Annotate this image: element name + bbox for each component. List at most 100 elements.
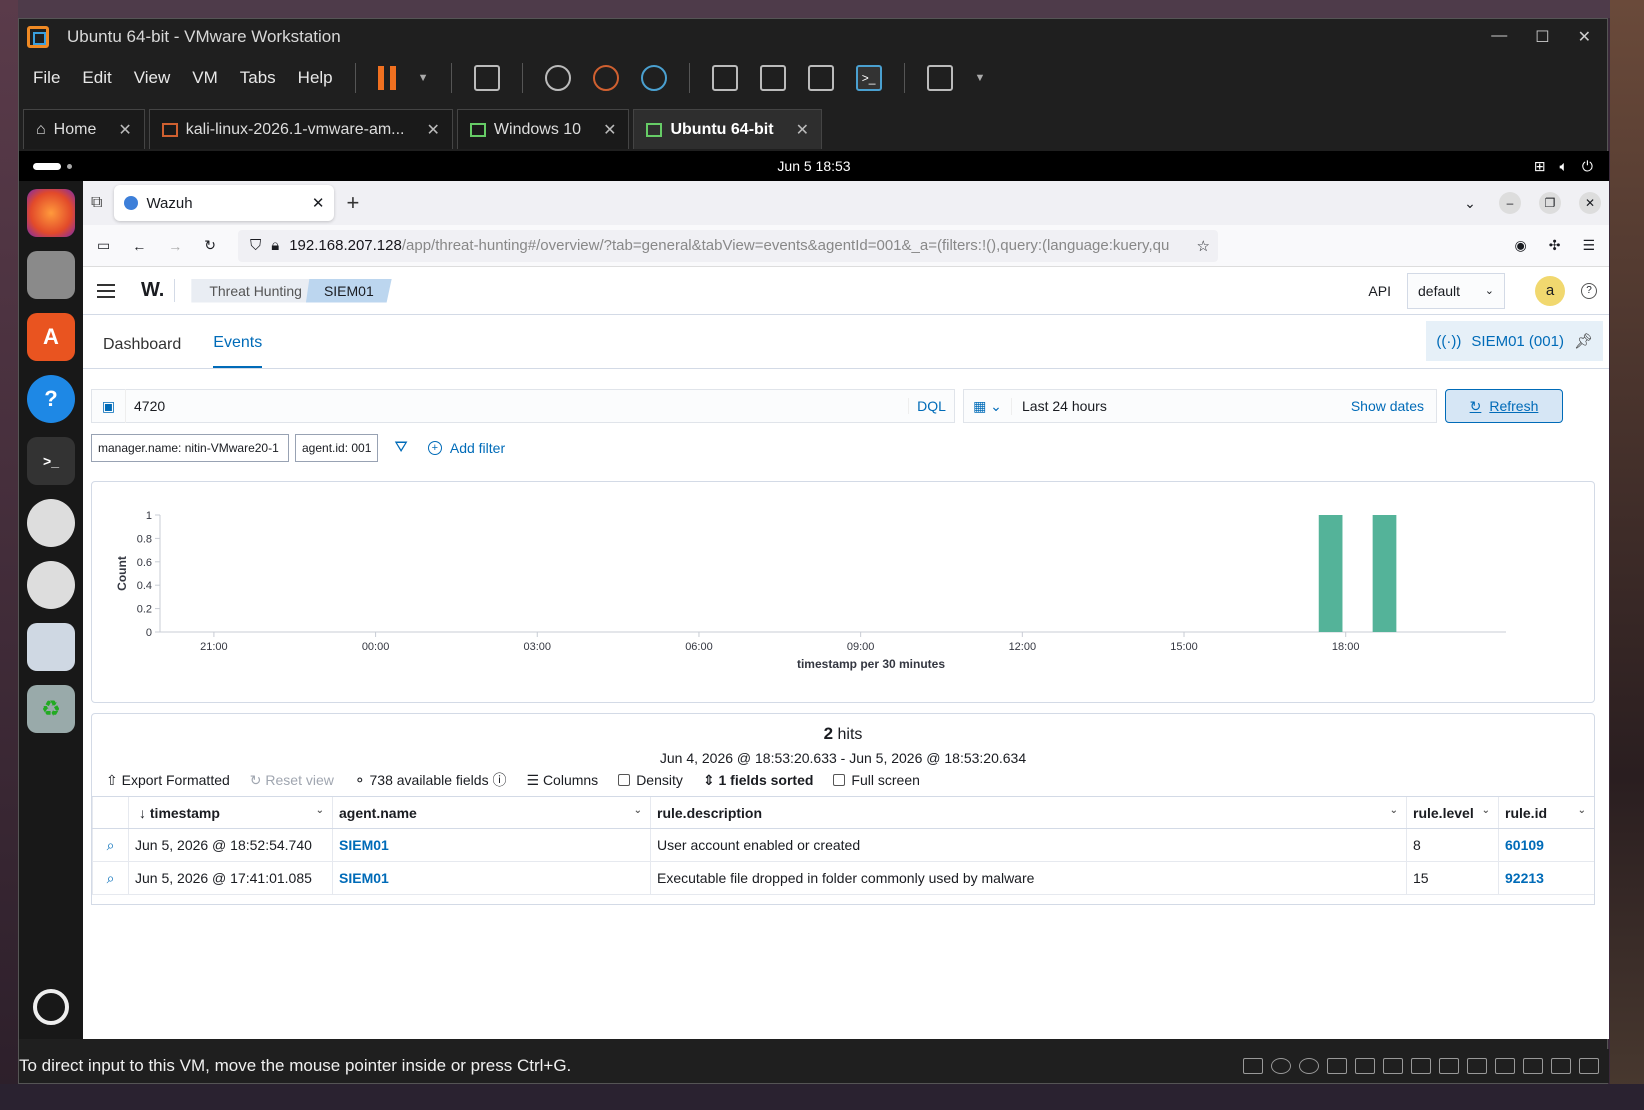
help-icon[interactable]: ?	[27, 375, 75, 423]
network-adapter-icon[interactable]	[1355, 1058, 1375, 1074]
user-avatar[interactable]: a	[1535, 275, 1565, 306]
camera-icon[interactable]	[1523, 1058, 1543, 1074]
tab-dashboard[interactable]: Dashboard	[103, 336, 181, 368]
close-icon[interactable]: ✕	[312, 194, 325, 212]
query-language-button[interactable]: DQL	[908, 398, 954, 414]
close-icon[interactable]: ✕	[796, 120, 809, 140]
snapshot-icon[interactable]	[544, 65, 571, 91]
text-editor-icon[interactable]	[27, 623, 75, 671]
sort-fields-button[interactable]: ⇕ 1 fields sorted	[703, 772, 814, 789]
add-filter-button[interactable]: + Add filter	[427, 440, 505, 456]
forward-icon[interactable]: →	[168, 238, 182, 254]
lock-icon[interactable]: 🔒︎	[271, 237, 279, 254]
api-select[interactable]: default ⌄	[1407, 272, 1505, 309]
stretch-guest-icon[interactable]	[926, 65, 953, 91]
chevron-down-icon[interactable]: ⌄	[1482, 805, 1490, 816]
close-icon[interactable]: ✕	[118, 120, 131, 140]
saved-query-icon[interactable]: ▣	[92, 389, 126, 423]
library-icon[interactable]	[711, 65, 738, 91]
disc-icon[interactable]	[27, 499, 75, 547]
console-view-icon[interactable]: >_	[855, 65, 882, 91]
menu-file[interactable]: File	[33, 68, 60, 88]
pin-icon[interactable]: 📌︎	[1574, 332, 1593, 350]
menu-view[interactable]: View	[134, 68, 171, 88]
close-icon[interactable]: ✕	[1579, 192, 1601, 214]
app-center-icon[interactable]: A	[27, 313, 75, 361]
thumbnail-bar-icon[interactable]	[759, 65, 786, 91]
files-icon[interactable]	[27, 251, 75, 299]
column-header-rule-id[interactable]: rule.id ⌄	[1498, 796, 1594, 829]
available-fields-button[interactable]: ⚬ 738 available fields ⓘ	[354, 770, 507, 790]
vm-tab-home[interactable]: ⌂ Home ✕	[23, 109, 145, 149]
menu-vm[interactable]: VM	[192, 68, 218, 88]
inspect-document-icon[interactable]: ⌕	[92, 861, 129, 895]
refresh-button[interactable]: ↻ Refresh	[1445, 389, 1563, 423]
bookmark-star-icon[interactable]: ☆	[1197, 237, 1218, 255]
agent-link[interactable]: SIEM01	[332, 828, 651, 862]
menu-help[interactable]: Help	[298, 68, 333, 88]
floppy-icon[interactable]	[1327, 1058, 1347, 1074]
histogram-chart[interactable]: 0 0.2 0.4 0.6 0.8 1 21:00 00:00 03:00 06:00 09:00 1…	[92, 482, 1594, 702]
sound-icon[interactable]	[1467, 1058, 1487, 1074]
inspect-document-icon[interactable]: ⌕	[92, 828, 129, 862]
rule-id-link[interactable]: 60109	[1498, 828, 1594, 862]
agent-link[interactable]: SIEM01	[332, 861, 651, 895]
usb-icon[interactable]	[1439, 1058, 1459, 1074]
breadcrumb-threat-hunting[interactable]: Threat Hunting	[191, 278, 320, 303]
help-icon[interactable]: ?	[1581, 282, 1597, 299]
menu-icon[interactable]: ☰	[1582, 237, 1595, 254]
tab-overview-icon[interactable]: ⧉	[91, 194, 102, 212]
restore-icon[interactable]: ❐	[1539, 192, 1561, 214]
clock[interactable]: Jun 5 18:53	[777, 158, 850, 174]
cd-icon[interactable]	[1299, 1058, 1319, 1074]
disc-icon[interactable]	[27, 561, 75, 609]
show-dates-button[interactable]: Show dates	[1351, 398, 1436, 414]
menu-edit[interactable]: Edit	[82, 68, 111, 88]
url-bar[interactable]: ⛉ 🔒︎ 192.168.207.128/app/threat-hunting#…	[237, 229, 1218, 262]
calendar-icon[interactable]: ▦ ⌄	[964, 397, 1012, 415]
terminal-icon[interactable]: >_	[27, 437, 75, 485]
reload-icon[interactable]: ↻	[204, 237, 216, 254]
network-adapter-icon[interactable]	[1411, 1058, 1431, 1074]
chevron-down-icon[interactable]: ⌄	[1578, 805, 1586, 816]
account-icon[interactable]: ◉	[1514, 237, 1526, 254]
chevron-down-icon[interactable]: ⌄	[316, 805, 324, 816]
chevron-down-icon[interactable]: ⌄	[1390, 805, 1398, 816]
wireless-icon[interactable]	[1551, 1058, 1571, 1074]
hamburger-menu-icon[interactable]	[97, 283, 115, 298]
guest-screen[interactable]: Jun 5 18:53 ⊞ 🔈︎ ⏻ A ? >_ ♻ ⧉ Wazuh ✕ + …	[19, 151, 1609, 1039]
density-button[interactable]: Density	[618, 772, 683, 788]
send-keys-icon[interactable]	[473, 65, 500, 91]
search-input[interactable]: ▣ 4720 DQL	[91, 389, 955, 423]
volume-icon[interactable]: 🔈︎	[1560, 158, 1568, 175]
printer-icon[interactable]	[1495, 1058, 1515, 1074]
close-icon[interactable]: ✕	[603, 120, 616, 140]
column-header-agent-name[interactable]: agent.name ⌄	[332, 796, 651, 829]
export-formatted-button[interactable]: ⇧ Export Formatted	[106, 772, 230, 789]
trash-icon[interactable]: ♻	[27, 685, 75, 733]
minimize-icon[interactable]: –	[1499, 192, 1521, 214]
firefox-icon[interactable]	[27, 189, 75, 237]
shield-icon[interactable]: ⛉	[250, 237, 261, 254]
back-icon[interactable]: ←	[132, 238, 146, 254]
column-header-rule-level[interactable]: rule.level ⌄	[1406, 796, 1499, 829]
close-icon[interactable]: ✕	[427, 120, 440, 140]
activities-indicator[interactable]	[33, 163, 61, 170]
columns-button[interactable]: ☰ Columns	[526, 772, 598, 789]
power-icon[interactable]: ⏻	[1582, 158, 1593, 175]
column-header-rule-description[interactable]: rule.description ⌄	[650, 796, 1407, 829]
full-screen-button[interactable]: Full screen	[833, 772, 920, 788]
show-apps-icon[interactable]	[33, 989, 69, 1025]
vm-tab-ubuntu[interactable]: Ubuntu 64-bit ✕	[633, 109, 822, 149]
cd-icon[interactable]	[1271, 1058, 1291, 1074]
close-icon[interactable]: ✕	[1578, 27, 1591, 47]
hard-disk-icon[interactable]	[1243, 1058, 1263, 1074]
network-adapter-icon[interactable]	[1383, 1058, 1403, 1074]
new-tab-icon[interactable]: +	[346, 190, 359, 216]
filter-pill-manager[interactable]: manager.name: nitin-VMware20-1	[91, 434, 289, 462]
message-icon[interactable]	[1579, 1058, 1599, 1074]
maximize-icon[interactable]: ☐	[1535, 27, 1549, 47]
column-header-timestamp[interactable]: ↓ timestamp ⌄	[128, 796, 333, 829]
vm-tab-kali[interactable]: kali-linux-2026.1-vmware-am... ✕	[148, 109, 453, 149]
list-tabs-icon[interactable]: ⌄	[1459, 192, 1481, 214]
